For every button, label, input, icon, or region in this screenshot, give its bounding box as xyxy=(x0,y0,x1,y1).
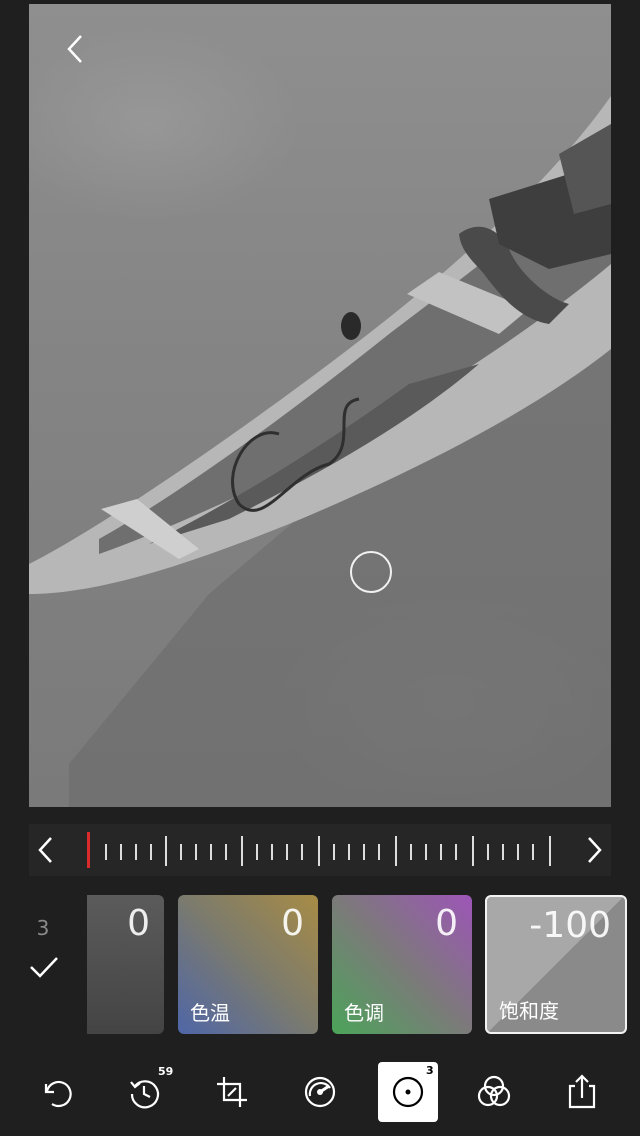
share-icon xyxy=(568,1074,596,1109)
undo-button[interactable] xyxy=(26,1062,86,1122)
card-value: 0 xyxy=(435,903,458,944)
bottom-toolbar: 59 3 xyxy=(0,1050,640,1136)
selective-button[interactable]: 3 xyxy=(378,1062,438,1122)
adjust-card-previous[interactable]: 0 xyxy=(87,895,164,1034)
dial-icon xyxy=(304,1076,336,1108)
overlay-button[interactable] xyxy=(464,1062,524,1122)
crop-button[interactable] xyxy=(202,1062,262,1122)
card-value: 0 xyxy=(127,903,150,944)
crop-icon xyxy=(217,1077,247,1107)
adjust-card-temperature[interactable]: 0 色温 xyxy=(178,895,318,1034)
ruler-left-icon[interactable] xyxy=(31,832,61,868)
adjust-ruler[interactable] xyxy=(29,824,611,876)
card-label: 饱和度 xyxy=(499,999,559,1023)
back-icon[interactable] xyxy=(61,32,89,66)
card-label: 色调 xyxy=(344,1001,384,1025)
history-button[interactable]: 59 xyxy=(114,1062,174,1122)
history-icon xyxy=(130,1080,160,1109)
share-button[interactable] xyxy=(552,1062,612,1122)
focus-ring[interactable] xyxy=(350,551,392,593)
adjust-count: 3 xyxy=(36,916,50,940)
dial-button[interactable] xyxy=(290,1062,350,1122)
overlay-icon xyxy=(477,1075,511,1107)
check-icon[interactable] xyxy=(28,950,60,982)
adjust-card-tint[interactable]: 0 色调 xyxy=(332,895,472,1034)
selective-badge: 3 xyxy=(426,1064,434,1077)
ruler-right-icon[interactable] xyxy=(579,832,609,868)
ruler-indicator xyxy=(87,832,90,868)
photo-canvas[interactable] xyxy=(29,4,611,807)
card-value: 0 xyxy=(281,903,304,944)
ruler-ticks[interactable] xyxy=(87,832,557,868)
history-badge: 59 xyxy=(158,1065,174,1078)
card-value: -100 xyxy=(529,905,611,946)
selective-icon xyxy=(392,1076,424,1108)
undo-icon xyxy=(44,1080,72,1108)
canoe-photo xyxy=(29,96,611,807)
adjust-card-saturation[interactable]: -100 饱和度 xyxy=(485,895,627,1034)
card-label: 色温 xyxy=(190,1001,230,1025)
